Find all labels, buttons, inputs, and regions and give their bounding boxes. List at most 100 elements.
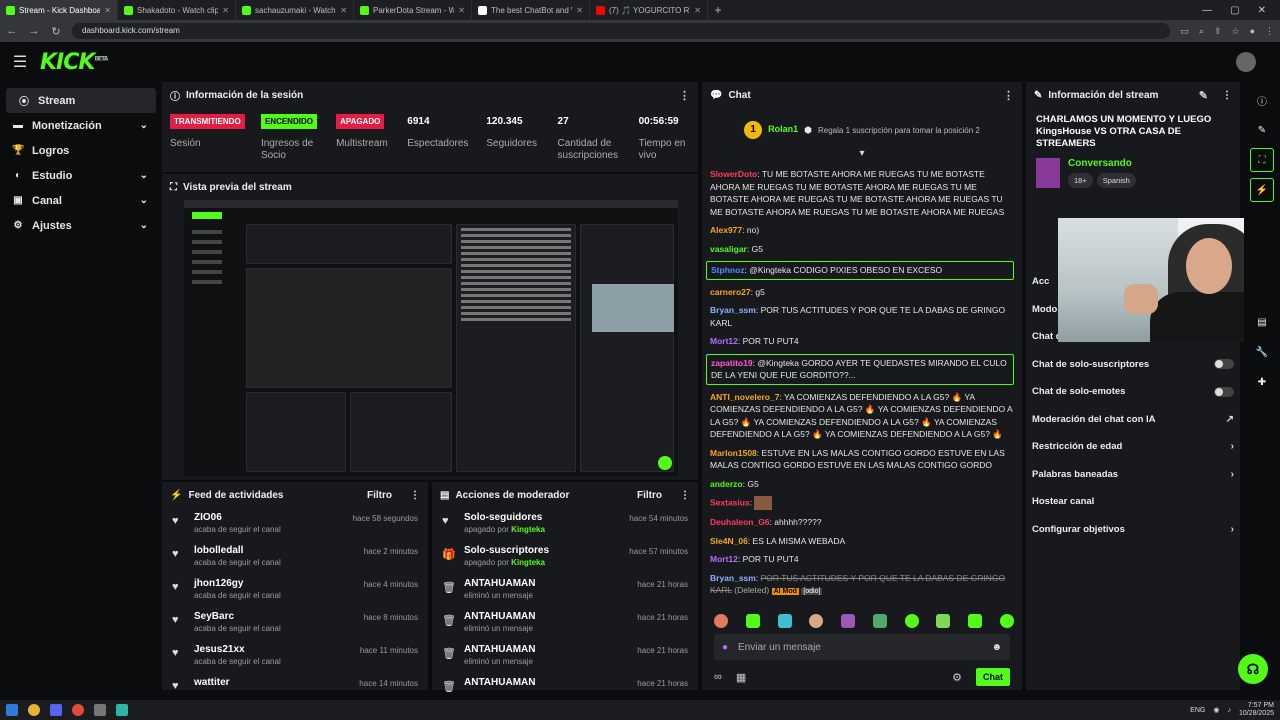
chat-username[interactable]: Alex977 [710,225,742,235]
mod-name[interactable]: ANTAHUAMAN [464,644,627,655]
sidebar-item-canal[interactable]: ▣ Canal ⌄ [0,188,160,213]
mod-filter-button[interactable]: Filtro [637,490,662,501]
mod-item[interactable]: 🎁 Solo-suscriptores apagado por Kingteka ha… [432,541,698,574]
chevron-down-icon[interactable]: ⌄ [140,170,148,181]
emote-button[interactable] [809,614,824,628]
settings-row[interactable]: Palabras baneadas › [1026,461,1240,489]
kick-logo[interactable]: KICKBETA [40,50,108,75]
maximize-icon[interactable]: ▢ [1230,5,1239,16]
discord-icon[interactable] [50,704,62,716]
sidebar-item-ajustes[interactable]: ⚙ Ajustes ⌄ [0,213,160,238]
stream-preview-video[interactable] [184,200,678,476]
emoji-icon[interactable]: ☻ [991,642,1002,653]
chat-username[interactable]: Mort12 [710,554,738,564]
sidebar-item-logros[interactable]: 🏆 Logros [0,138,160,163]
mod-name[interactable]: Solo-suscriptores [464,545,619,556]
sidebar-item-monetización[interactable]: ▬ Monetización ⌄ [0,113,160,138]
feed-name[interactable]: Jesus21xx [194,644,350,655]
emote-button[interactable] [872,614,887,628]
mic-icon[interactable]: ● [722,642,728,653]
lightning-icon[interactable]: ⚡ [1250,178,1274,202]
settings-row[interactable]: Hostear canal [1026,488,1240,516]
toggle-switch[interactable] [1214,359,1234,370]
feed-name[interactable]: ZIO06 [194,512,343,523]
url-field[interactable]: dashboard.kick.com/stream [72,23,1171,39]
obs-icon[interactable] [94,704,106,716]
sidebar-item-stream[interactable]: ⦿ Stream [6,88,156,113]
feed-filter-button[interactable]: Filtro [367,490,392,501]
chat-username[interactable]: ANTI_novelero_7 [710,392,779,402]
info-more-icon[interactable]: ⋮ [1222,90,1232,101]
start-icon[interactable] [6,704,18,716]
mod-name[interactable]: ANTAHUAMAN [464,611,627,622]
volume-icon[interactable]: ♪ [1227,707,1231,714]
chat-more-icon[interactable]: ⋮ [1003,89,1014,102]
browser-menu-icon[interactable]: ⋮ [1265,26,1274,37]
emote-button[interactable] [968,614,983,628]
edit-stream-icon[interactable]: ✎ [1199,89,1208,102]
more-options-icon[interactable]: ⋮ [679,89,690,102]
browser-tab[interactable]: sachauzumaki - Watch clips on Kick ✕ [236,0,354,20]
settings-row[interactable]: Moderación del chat con IA ↗ [1026,406,1240,434]
tab-close-icon[interactable]: ✕ [694,6,701,15]
chat-username[interactable]: Stphnoz [711,265,745,275]
chat-settings-icon[interactable]: ⚙ [952,671,962,684]
chat-username[interactable]: anderzo [710,479,743,489]
settings-row[interactable]: Restricción de edad › [1026,433,1240,461]
emote-button[interactable] [745,614,760,628]
feed-more-icon[interactable]: ⋮ [410,490,420,501]
zoom-icon[interactable]: ⌕ [1199,26,1204,37]
support-headset-icon[interactable]: ☊ [1238,654,1268,684]
chrome-icon[interactable] [28,704,40,716]
store-icon[interactable]: ▦ [736,671,746,684]
files-icon[interactable] [116,704,128,716]
emote-button[interactable] [777,614,792,628]
feed-item[interactable]: ♥ lobolledall acaba de seguir el canal hace… [162,541,428,574]
settings-row[interactable]: Chat de solo-suscriptores [1026,351,1240,379]
bookmark-star-icon[interactable]: ☆ [1231,26,1239,37]
info-circle-icon[interactable]: ⓘ [1250,88,1274,112]
reload-icon[interactable]: ↻ [50,25,62,38]
external-link-icon[interactable]: ↗ [1226,414,1234,425]
chevron-down-icon[interactable]: ⌄ [140,120,148,131]
feed-item[interactable]: ♥ ZIO06 acaba de seguir el canal hace 58 se… [162,508,428,541]
user-avatar[interactable] [1236,52,1256,72]
tab-close-icon[interactable]: ✕ [222,6,229,15]
chevron-right-icon[interactable]: › [1231,469,1234,480]
toggle-switch[interactable] [1214,386,1234,397]
chat-username[interactable]: SlowerDoto [710,169,757,179]
mod-by[interactable]: Kingteka [511,525,545,534]
emote-button[interactable] [841,614,856,628]
stream-tag[interactable]: Spanish [1096,173,1136,188]
browser-tab[interactable]: The best ChatBot and Widgets ✕ [472,0,590,20]
emote-button[interactable] [936,614,951,628]
back-icon[interactable]: ← [6,25,18,37]
collapse-chevron-icon[interactable]: ▾ [702,148,1022,159]
chat-username[interactable]: Sle4N_06 [710,536,748,546]
mod-by[interactable]: Kingteka [511,558,545,567]
chat-username[interactable]: vasaligar [710,244,747,254]
feed-name[interactable]: lobolledall [194,545,354,556]
chat-username[interactable]: Marlon1508 [710,448,757,458]
cast-icon[interactable]: ▭ [1180,26,1189,37]
chat-input[interactable]: ● Enviar un mensaje ☻ [714,634,1010,660]
category-thumbnail[interactable] [1036,158,1060,188]
chat-username[interactable]: carnero27 [710,287,751,297]
minimize-icon[interactable]: — [1202,5,1212,16]
tab-close-icon[interactable]: ✕ [104,6,111,15]
chat-username[interactable]: Sextasius [710,497,750,507]
feed-item[interactable]: ♥ SeyBarc acaba de seguir el canal hace 8 m… [162,607,428,640]
emote-button[interactable] [904,614,919,628]
wrench-icon[interactable]: 🔧 [1250,340,1274,364]
wifi-icon[interactable]: ◉ [1213,706,1219,714]
stream-tag[interactable]: 18+ [1068,173,1093,188]
chevron-down-icon[interactable]: ⌄ [140,220,148,231]
chevron-down-icon[interactable]: ⌄ [140,195,148,206]
points-icon[interactable]: ∞ [714,671,722,683]
focus-icon[interactable]: ⛶ [1250,148,1274,172]
emote-button[interactable] [999,614,1014,628]
sidebar-item-estudio[interactable]: ◐ Estudio ⌄ [0,163,160,188]
tab-close-icon[interactable]: ✕ [458,6,465,15]
feed-item[interactable]: ♥ jhon126gy acaba de seguir el canal hace 4… [162,574,428,607]
layout-icon[interactable]: ▤ [1250,310,1274,334]
